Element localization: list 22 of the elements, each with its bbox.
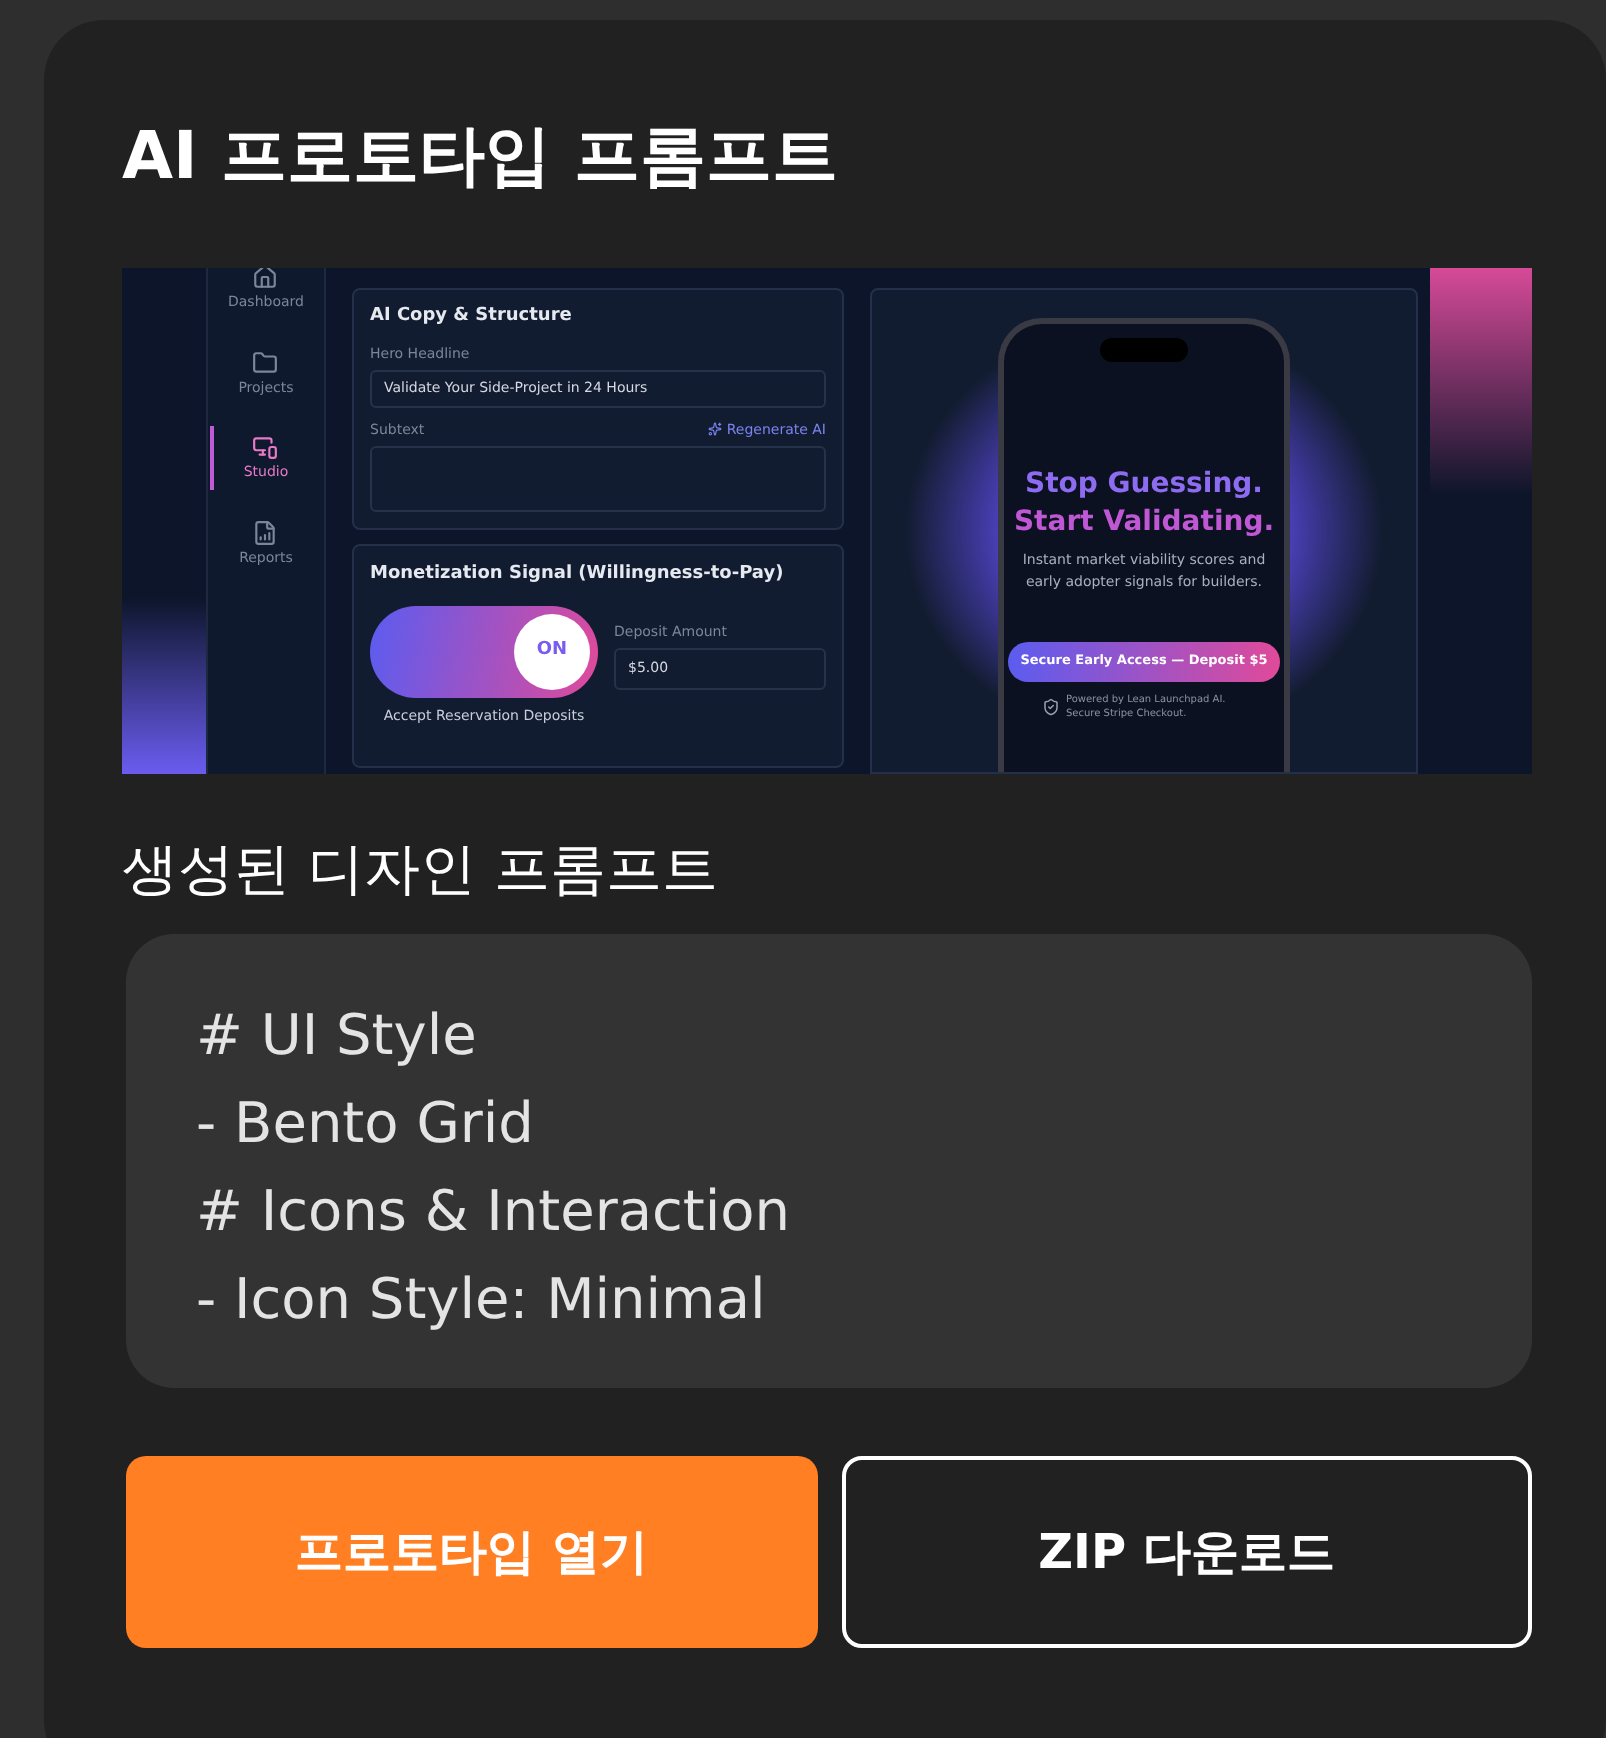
open-prototype-button[interactable]: 프로토타입 열기 [126, 1456, 817, 1648]
card-title: Monetization Signal (Willingness-to-Pay) [370, 562, 786, 588]
nav-icon [252, 519, 279, 545]
nav-icon [252, 349, 279, 375]
prompt-line: # Icons & Interaction [196, 1176, 793, 1248]
subtext-field[interactable] [370, 446, 826, 512]
phone-headline: Stop Guessing. [1024, 466, 1263, 504]
phone-notch [1100, 338, 1188, 362]
prompt-line: # UI Style [196, 1000, 479, 1072]
nav-icon [252, 268, 279, 290]
card-title: AI 프로토타입 프롬프트 [122, 114, 840, 198]
shield-icon [1042, 698, 1060, 717]
sparkle-icon [708, 422, 723, 437]
active-indicator [209, 426, 214, 490]
prompt-line: - Bento Grid [196, 1088, 536, 1160]
prompt-line: - Icon Style: Minimal [196, 1264, 768, 1336]
nav-icon [252, 434, 279, 460]
section-label: 생성된 디자인 프롬프트 [122, 834, 720, 906]
deposit-toggle[interactable]: ON [370, 605, 598, 697]
card-title: AI Copy & Structure [370, 304, 574, 330]
phone-headline: Start Validating. [1013, 504, 1275, 542]
download-button[interactable]: ZIP 다운로드 [841, 1456, 1532, 1648]
